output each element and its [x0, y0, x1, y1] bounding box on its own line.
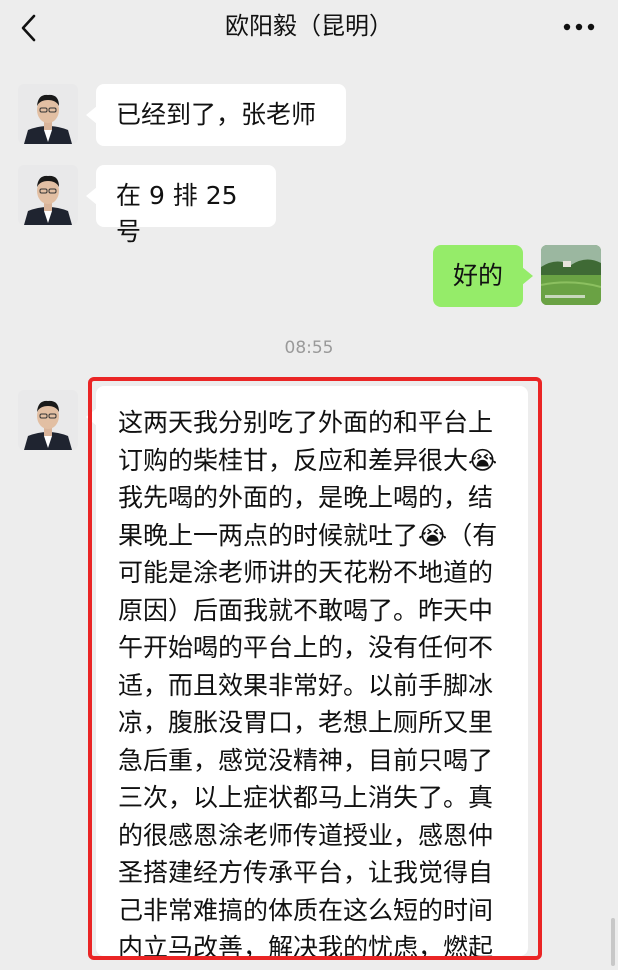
- message-bubble[interactable]: 已经到了，张老师: [86, 84, 346, 146]
- scrollbar[interactable]: [611, 918, 615, 966]
- chat-header: 欧阳毅（昆明）: [0, 0, 618, 56]
- message-text: 已经到了，张老师: [116, 100, 317, 129]
- long-message-bubble[interactable]: 这两天我分别吃了外面的和平台上订购的柴桂甘，反应和差异很大😭我先喝的外面的，是晚…: [86, 386, 528, 962]
- contact-avatar[interactable]: [18, 390, 78, 450]
- message-text: 在 9 排 25 号: [116, 181, 238, 246]
- chat-title: 欧阳毅（昆明）: [225, 12, 393, 40]
- message-timestamp: 08:55: [284, 338, 334, 358]
- contact-avatar[interactable]: [18, 165, 78, 225]
- more-dots-icon[interactable]: [562, 20, 596, 34]
- chevron-left-icon[interactable]: [14, 12, 46, 44]
- message-bubble[interactable]: 在 9 排 25 号: [86, 165, 276, 246]
- sent-message-bubble[interactable]: 好的: [433, 245, 533, 307]
- contact-avatar[interactable]: [18, 84, 78, 144]
- long-message-text: 这两天我分别吃了外面的和平台上订购的柴桂甘，反应和差异很大😭我先喝的外面的，是晚…: [118, 408, 498, 962]
- my-avatar[interactable]: [541, 245, 601, 305]
- message-text: 好的: [452, 261, 503, 290]
